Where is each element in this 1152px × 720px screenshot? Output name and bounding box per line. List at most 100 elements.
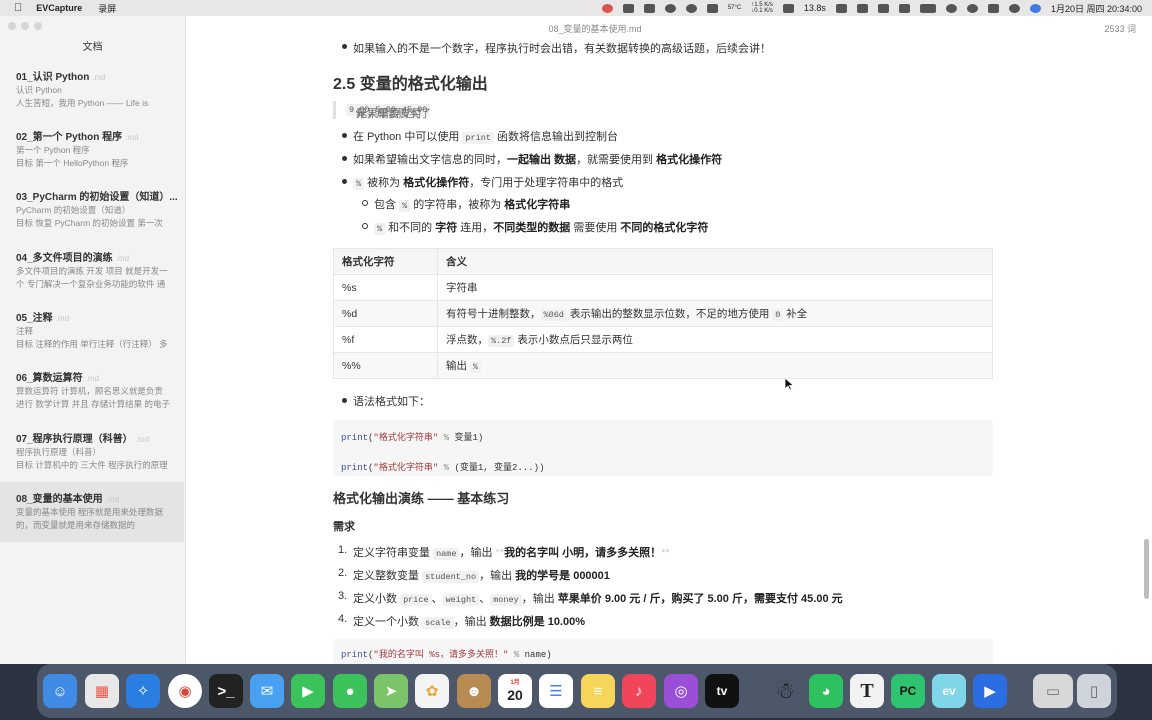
search-icon[interactable] bbox=[966, 3, 978, 13]
requirement-item: 定义小数 price、 weight、 money ，输出 苹果单价 9.00 元 /… bbox=[353, 593, 843, 606]
bluetooth-icon[interactable] bbox=[898, 3, 910, 13]
facetime-icon[interactable]: ▶ bbox=[291, 674, 325, 708]
list-number: 2. bbox=[338, 567, 348, 579]
dock: ☺ ▦ ✧ ◉ >_ ✉ ▶ ● ➤ ✿ ☻ 1月 20 ☰ ≡ ♪ ◎ tv ☃… bbox=[37, 664, 1117, 718]
wechat-tray-icon[interactable] bbox=[685, 3, 697, 13]
list-item-operator: % 被称为 格式化操作符，专门用于处理字符串中的格式 bbox=[353, 174, 623, 190]
sidebar-header: 文档 bbox=[82, 42, 103, 53]
bullet bbox=[342, 156, 347, 161]
list-item-format: 如果希望输出文字信息的同时，一起输出 数据，就需要使用到 格式化操作符 bbox=[353, 154, 723, 166]
appletv-icon[interactable]: tv bbox=[705, 674, 739, 708]
finder-icon[interactable]: ☺ bbox=[43, 674, 77, 708]
memory-icon[interactable] bbox=[782, 3, 794, 13]
table-row: %% 输出 % bbox=[333, 352, 993, 379]
subsection-heading: 格式化输出演练 —— 基本练习 bbox=[333, 491, 510, 506]
messages-icon[interactable]: ● bbox=[333, 674, 367, 708]
list-number: 4. bbox=[338, 613, 348, 625]
downloads-icon[interactable]: ▭ bbox=[1033, 674, 1073, 708]
sidebar-file-02[interactable]: 02_第一个 Python 程序 .md 第一个 Python 程序 目标 第一个… bbox=[0, 120, 184, 180]
pycharm-icon[interactable]: PC bbox=[891, 674, 925, 708]
sidebar-file-08-active[interactable]: 08_变量的基本使用 .md 变量的基本使用 程序就是用来处理数据 的，而变量就是… bbox=[0, 482, 184, 542]
close-window-button[interactable] bbox=[8, 22, 16, 30]
sub-bullet bbox=[362, 200, 368, 206]
wechat-icon[interactable]: ◕ bbox=[809, 674, 843, 708]
code-line: print("格式化字符串" % 变量1) bbox=[341, 433, 484, 443]
menu-record[interactable]: 录屏 bbox=[98, 2, 116, 15]
qq-icon[interactable]: ☃ bbox=[768, 674, 802, 708]
clock[interactable]: 1月20日 周四 20:34:00 bbox=[1051, 2, 1142, 15]
translate-icon[interactable] bbox=[643, 3, 655, 13]
screen-icon[interactable]: ▶ bbox=[973, 674, 1007, 708]
app-menu[interactable]: EVCapture bbox=[36, 3, 82, 13]
mail-icon[interactable]: ✉ bbox=[250, 674, 284, 708]
typora-icon[interactable]: T bbox=[850, 674, 884, 708]
sidebar-file-04[interactable]: 04_多文件项目的演练 .md 多文件项目的演练 开发 项目 就是开发一 个 专门… bbox=[0, 241, 184, 301]
zoom-window-button[interactable] bbox=[34, 22, 42, 30]
bell-icon[interactable] bbox=[664, 3, 676, 13]
requirements-label: 需求 bbox=[333, 521, 355, 533]
editor-content[interactable]: 如果输入的不是一个数字，程序执行时会出错，有关数据转换的高级话题，后续会讲！ 2… bbox=[185, 16, 1135, 664]
blockquote: 苹果单价 9.00 元 / 斤，购买了 5.00 斤，需要支付 45.00 元 bbox=[333, 101, 996, 120]
list-number: 1. bbox=[338, 544, 348, 556]
bullet bbox=[342, 398, 347, 403]
volume-icon[interactable] bbox=[877, 3, 889, 13]
paragraph-top: 如果输入的不是一个数字，程序执行时会出错，有关数据转换的高级话题，后续会讲！ bbox=[353, 43, 771, 55]
minimize-window-button[interactable] bbox=[21, 22, 29, 30]
siri-icon[interactable] bbox=[1029, 3, 1041, 13]
launchpad-icon[interactable]: ▦ bbox=[85, 674, 119, 708]
contacts-icon[interactable]: ☻ bbox=[457, 674, 491, 708]
list-item-print: 在 Python 中可以使用 print 函数将信息输出到控制台 bbox=[353, 131, 618, 144]
code-block-syntax[interactable]: print("格式化字符串" % 变量1) print("格式化字符串" % (… bbox=[333, 420, 993, 476]
trash-icon[interactable]: ▯ bbox=[1077, 674, 1111, 708]
sidebar-file-06[interactable]: 06_算数运算符 .md 算数运算符 计算机，顾名思义就是负责 进行 数学计算 并… bbox=[0, 361, 184, 421]
podcasts-icon[interactable]: ◎ bbox=[664, 674, 698, 708]
safari-icon[interactable]: ✧ bbox=[126, 674, 160, 708]
notes-icon[interactable]: ≡ bbox=[581, 674, 615, 708]
user-icon[interactable] bbox=[1008, 3, 1020, 13]
evcapture-icon[interactable]: ev bbox=[932, 674, 966, 708]
table-header: 格式化字符 bbox=[333, 248, 438, 275]
table-cell: %d bbox=[333, 300, 438, 327]
code-block-exercise[interactable]: print("我的名字叫 %s，请多多关照！" % name) bbox=[333, 639, 993, 664]
music-icon[interactable]: ♪ bbox=[622, 674, 656, 708]
network-speed: ↑1.5 K/s ↓0.1 K/s bbox=[751, 2, 773, 14]
battery-icon[interactable] bbox=[919, 3, 936, 13]
reminders-icon[interactable]: ☰ bbox=[539, 674, 573, 708]
table-cell: %s bbox=[333, 274, 438, 301]
table-cell: 有符号十进制整数， %06d 表示输出的整数显示位数，不足的地方使用 0 补全 bbox=[437, 300, 993, 327]
table-cell: 浮点数， %.2f 表示小数点后只显示两位 bbox=[437, 326, 993, 353]
table-cell: 输出 % bbox=[437, 352, 993, 379]
calendar-icon[interactable]: 1月 20 bbox=[498, 674, 532, 708]
grid-icon[interactable] bbox=[622, 3, 634, 13]
table-header: 含义 bbox=[437, 248, 993, 275]
requirement-item: 定义整数变量 student_no ，输出 我的学号是 000001 bbox=[353, 570, 610, 583]
wifi-icon[interactable] bbox=[945, 3, 957, 13]
s-app-icon[interactable] bbox=[856, 3, 868, 13]
vertical-scrollbar[interactable] bbox=[1144, 539, 1149, 599]
syntax-label: 语法格式如下： bbox=[353, 396, 430, 408]
menu-bar:  EVCapture 录屏 57°C ↑1.5 K/s↓0.1 K/s 13.… bbox=[0, 0, 1152, 16]
sidebar-file-01[interactable]: 01_认识 Python .md 认识 Python 人生苦短，我用 Python… bbox=[0, 60, 184, 120]
file-sidebar: 文档 01_认识 Python .md 认识 Python 人生苦短，我用 Pyt… bbox=[0, 16, 186, 664]
chrome-icon[interactable]: ◉ bbox=[168, 674, 202, 708]
photos-icon[interactable]: ✿ bbox=[415, 674, 449, 708]
sub-item-format-chars: % 和不同的 字符 连用，不同类型的数据 需要使用 不同的格式化字符 bbox=[374, 219, 708, 235]
table-cell: 字符串 bbox=[437, 274, 993, 301]
format-table: 格式化字符 含义 %s 字符串 %d 有符号十进制整数， %06d 表示输出的整数… bbox=[333, 248, 993, 379]
section-heading: 2.5 变量的格式化输出 bbox=[333, 76, 488, 93]
maps-icon[interactable]: ➤ bbox=[374, 674, 408, 708]
cat-icon[interactable] bbox=[835, 3, 847, 13]
code-line: print("格式化字符串" % (变量1, 变量2...)) bbox=[341, 463, 545, 473]
recording-timer[interactable]: 13.8s bbox=[804, 3, 826, 13]
mouse-cursor-icon bbox=[785, 378, 794, 391]
sidebar-file-07[interactable]: 07_程序执行原理（科普） .md 程序执行原理（科普） 目标 计算机中的 三大件… bbox=[0, 422, 184, 482]
clipboard-icon[interactable] bbox=[706, 3, 718, 13]
terminal-icon[interactable]: >_ bbox=[209, 674, 243, 708]
apple-menu-icon[interactable]:  bbox=[14, 2, 22, 14]
table-row: %d 有符号十进制整数， %06d 表示输出的整数显示位数，不足的地方使用 0 补… bbox=[333, 300, 993, 327]
control-center-icon[interactable] bbox=[987, 3, 999, 13]
record-status-icon[interactable] bbox=[601, 3, 613, 13]
sidebar-file-05[interactable]: 05_注释 .md 注释 目标 注释的作用 单行注释（行注释） 多 bbox=[0, 301, 184, 361]
sidebar-file-03[interactable]: 03_PyCharm 的初始设置（知道）... PyCharm 的初始设置（知道… bbox=[0, 180, 184, 240]
table-row: %s 字符串 bbox=[333, 274, 993, 301]
